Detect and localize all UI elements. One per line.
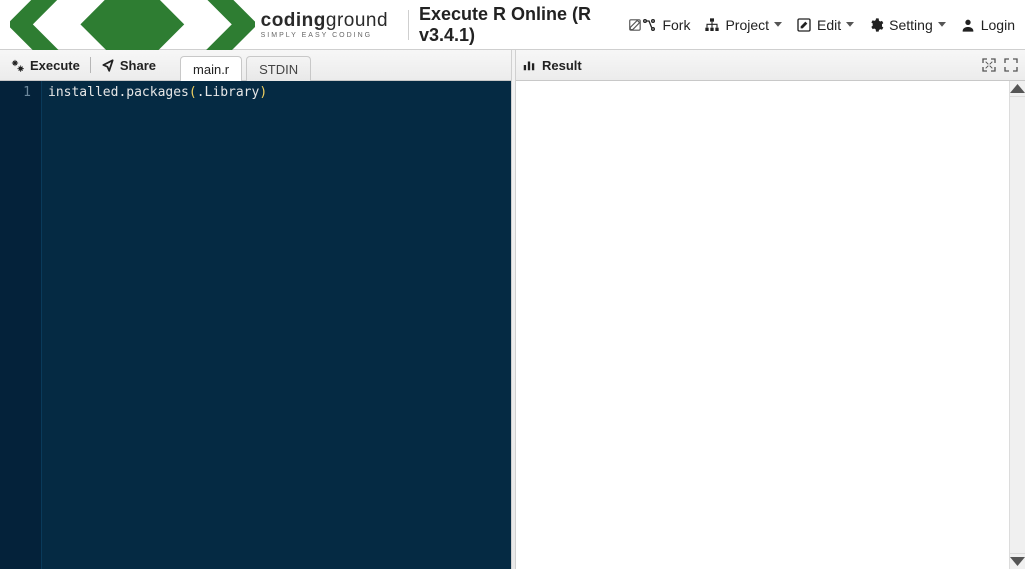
brand-logo-text: codingground SIMPLY EASY CODING [261, 11, 388, 39]
code-fn: installed.packages [48, 85, 189, 100]
user-icon [960, 17, 976, 33]
setting-label: Setting [889, 17, 933, 33]
output-toolbar-icons [981, 57, 1019, 73]
caret-down-icon [774, 22, 782, 27]
editor-tabs: main.r STDIN [180, 50, 315, 80]
caret-down-icon [938, 22, 946, 27]
brand-tagline: SIMPLY EASY CODING [261, 32, 388, 39]
brand-name-b: ground [326, 10, 388, 31]
edit-dropdown[interactable]: Edit [796, 17, 854, 33]
tab-stdin[interactable]: STDIN [246, 56, 311, 81]
bar-chart-icon [522, 58, 536, 72]
edit-icon [796, 17, 812, 33]
cogs-icon [10, 58, 25, 73]
page-title: Execute R Online (R v3.4.1) [419, 4, 641, 46]
project-label: Project [725, 17, 769, 33]
header-divider [408, 10, 409, 40]
gear-icon [868, 17, 884, 33]
tab-label: STDIN [259, 62, 298, 77]
result-heading: Result [522, 58, 582, 73]
collapse-icon[interactable] [981, 57, 997, 73]
result-label-text: Result [542, 58, 582, 73]
line-number: 1 [0, 84, 31, 101]
fullscreen-icon[interactable] [1003, 57, 1019, 73]
tab-label: main.r [193, 62, 229, 77]
caret-down-icon [846, 22, 854, 27]
editor-gutter: 1 [0, 81, 42, 569]
brand-name-a: coding [261, 10, 326, 31]
project-dropdown[interactable]: Project [704, 17, 782, 33]
code-paren-close: ) [259, 85, 267, 100]
tab-main-r[interactable]: main.r [180, 56, 242, 81]
fork-icon [641, 17, 657, 33]
code-paren-open: ( [189, 85, 197, 100]
code-arg: .Library [197, 85, 260, 100]
execute-button[interactable]: Execute [4, 50, 86, 80]
editor-panel: Execute Share main.r STDIN [0, 50, 511, 569]
setting-dropdown[interactable]: Setting [868, 17, 946, 33]
output-area[interactable] [516, 81, 1009, 569]
page-title-text: Execute R Online (R v3.4.1) [419, 4, 622, 46]
sitemap-icon [704, 17, 720, 33]
editor-toolbar: Execute Share main.r STDIN [0, 50, 511, 81]
output-area-wrap [516, 81, 1025, 569]
output-scrollbar[interactable] [1009, 81, 1025, 569]
share-button[interactable]: Share [95, 50, 162, 80]
share-label: Share [120, 58, 156, 73]
share-icon [101, 58, 115, 72]
main: Execute Share main.r STDIN [0, 50, 1025, 569]
edit-title-icon[interactable] [628, 17, 642, 33]
login-button[interactable]: Login [960, 17, 1015, 33]
fork-button[interactable]: Fork [641, 17, 690, 33]
toolbar-separator [90, 57, 91, 73]
scroll-down-arrow[interactable] [1010, 553, 1025, 569]
editor-code[interactable]: installed.packages(.Library) [42, 81, 511, 569]
header: codingground SIMPLY EASY CODING Execute … [0, 0, 1025, 50]
output-toolbar: Result [516, 50, 1025, 81]
edit-label: Edit [817, 17, 841, 33]
login-label: Login [981, 17, 1015, 33]
execute-label: Execute [30, 58, 80, 73]
scroll-up-arrow[interactable] [1010, 81, 1025, 97]
output-panel: Result [516, 50, 1025, 569]
fork-label: Fork [662, 17, 690, 33]
code-editor[interactable]: 1 installed.packages(.Library) [0, 81, 511, 569]
top-actions: Fork Project [641, 17, 1015, 33]
